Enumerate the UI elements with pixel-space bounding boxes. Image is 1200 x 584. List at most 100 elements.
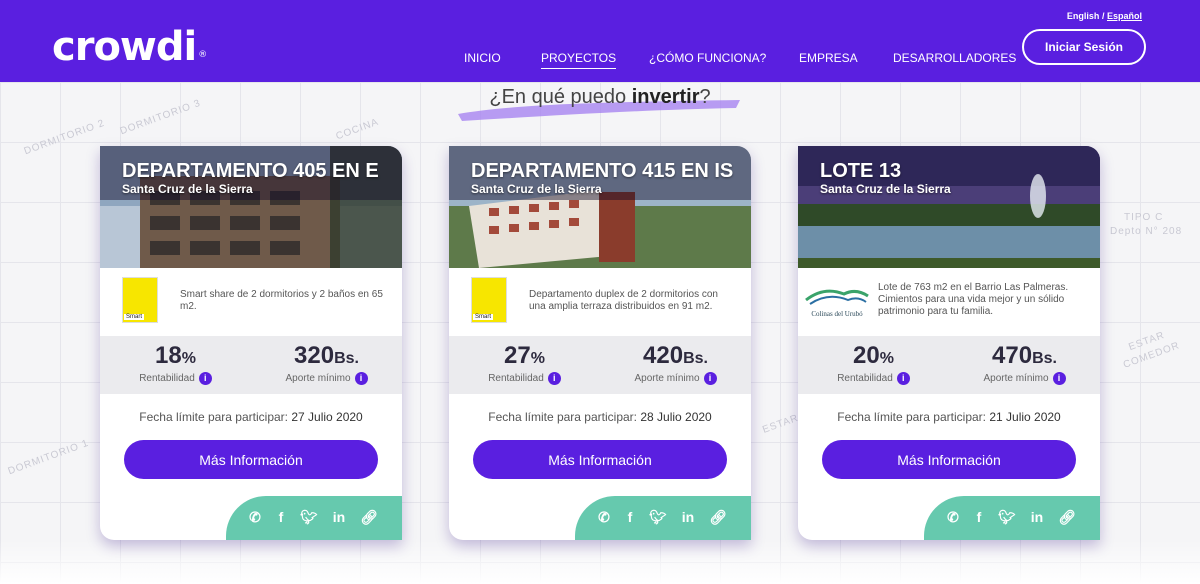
project-location: Santa Cruz de la Sierra (122, 182, 253, 196)
share-bar: ✆ f 🐦︎ in 🔗︎ (575, 496, 751, 540)
yield-value: 18% (100, 342, 251, 370)
lang-spanish[interactable]: Español (1107, 11, 1142, 21)
min-unit: Bs. (334, 350, 359, 367)
info-icon[interactable]: i (354, 372, 368, 385)
developer-logo-text: Smart (473, 314, 494, 320)
min-value: 470Bs. (949, 342, 1100, 370)
background-fade (0, 540, 1200, 584)
crowdi-logo[interactable]: crowdi ® (52, 24, 207, 70)
section-title-bold: invertir (631, 86, 700, 108)
min-contribution-stat: 420Bs. Aporte mínimo i (600, 336, 751, 385)
info-icon[interactable]: i (547, 372, 561, 385)
min-label: Aporte mínimo (983, 373, 1049, 385)
yield-stat: 20% Rentabilidad i (798, 336, 949, 385)
min-label: Aporte mínimo (285, 373, 351, 385)
lang-separator: / (1101, 11, 1105, 21)
linkedin-icon[interactable]: in (679, 508, 697, 526)
deadline: Fecha límite para participar: 27 Julio 2… (100, 410, 402, 424)
project-image[interactable]: DEPARTAMENTO 415 EN IS Santa Cruz de la … (449, 146, 751, 268)
deadline-label: Fecha límite para participar: (139, 410, 288, 424)
registered-mark: ® (198, 50, 207, 60)
developer-logo-text: Smart (124, 314, 145, 320)
bg-label: Depto N° 208 (1110, 226, 1183, 237)
deadline-label: Fecha límite para participar: (837, 410, 986, 424)
facebook-icon[interactable]: f (272, 508, 290, 526)
section-title-pre: ¿En qué puedo (489, 86, 632, 108)
whatsapp-icon[interactable]: ✆ (595, 508, 613, 526)
min-label: Aporte mínimo (634, 373, 700, 385)
nav-como-funciona[interactable]: ¿CÓMO FUNCIONA? (649, 51, 766, 65)
nav-desarrolladores[interactable]: DESARROLLADORES (893, 51, 1016, 65)
link-icon[interactable]: 🔗︎ (360, 508, 378, 526)
project-description: Smart share de 2 dormitorios y 2 baños e… (180, 289, 383, 312)
yield-unit: % (530, 350, 545, 367)
developer-logo: Smart (471, 277, 507, 323)
min-unit: Bs. (683, 350, 708, 367)
section-title: ¿En qué puedo invertir? (0, 86, 1200, 109)
project-title: DEPARTAMENTO 405 EN E (122, 160, 379, 182)
info-icon[interactable]: i (703, 372, 717, 385)
deadline: Fecha límite para participar: 21 Julio 2… (798, 410, 1100, 424)
yield-number: 20 (853, 342, 880, 369)
yield-unit: % (181, 350, 196, 367)
nav-inicio[interactable]: INICIO (464, 51, 501, 65)
nav-proyectos[interactable]: PROYECTOS (541, 51, 617, 69)
link-icon[interactable]: 🔗︎ (709, 508, 727, 526)
info-icon[interactable]: i (896, 372, 910, 385)
project-stats: 27% Rentabilidad i 420Bs. Aporte mínimo i (449, 336, 751, 394)
section-title-post: ? (699, 86, 711, 108)
whatsapp-icon[interactable]: ✆ (246, 508, 264, 526)
deadline-date: 28 Julio 2020 (640, 410, 712, 424)
yield-label: Rentabilidad (488, 373, 544, 385)
yield-number: 27 (504, 342, 531, 369)
project-stats: 18% Rentabilidad i 320Bs. Aporte mínimo i (100, 336, 402, 394)
project-location: Santa Cruz de la Sierra (820, 182, 951, 196)
yield-number: 18 (155, 342, 182, 369)
yield-stat: 18% Rentabilidad i (100, 336, 251, 385)
developer-logo-text: Colinas del Urubó (811, 310, 863, 318)
project-location: Santa Cruz de la Sierra (471, 182, 602, 196)
top-header: crowdi ® English / Español INICIO PROYECT… (0, 0, 1200, 82)
share-bar: ✆ f 🐦︎ in 🔗︎ (924, 496, 1100, 540)
language-switcher: English / Español (1067, 11, 1142, 21)
more-info-button[interactable]: Más Información (473, 440, 727, 479)
login-button[interactable]: Iniciar Sesión (1022, 29, 1146, 65)
yield-label: Rentabilidad (837, 373, 893, 385)
deadline-label: Fecha límite para participar: (488, 410, 637, 424)
link-icon[interactable]: 🔗︎ (1058, 508, 1076, 526)
yield-label: Rentabilidad (139, 373, 195, 385)
project-image[interactable]: DEPARTAMENTO 405 EN E Santa Cruz de la S… (100, 146, 402, 268)
yield-unit: % (879, 350, 894, 367)
logo-text: crowdi (52, 24, 197, 70)
lang-english[interactable]: English (1067, 11, 1100, 21)
linkedin-icon[interactable]: in (330, 508, 348, 526)
info-icon[interactable]: i (198, 372, 212, 385)
min-unit: Bs. (1032, 350, 1057, 367)
developer-logo: Colinas del Urubó (805, 289, 869, 318)
twitter-icon[interactable]: 🐦︎ (649, 508, 667, 526)
project-card: DEPARTAMENTO 405 EN E Santa Cruz de la S… (100, 146, 402, 540)
min-value: 320Bs. (251, 342, 402, 370)
min-number: 470 (992, 342, 1033, 369)
facebook-icon[interactable]: f (621, 508, 639, 526)
project-image[interactable]: LOTE 13 Santa Cruz de la Sierra (798, 146, 1100, 268)
twitter-icon[interactable]: 🐦︎ (300, 508, 318, 526)
more-info-button[interactable]: Más Información (822, 440, 1076, 479)
yield-value: 20% (798, 342, 949, 370)
project-title: LOTE 13 (820, 160, 902, 182)
min-number: 420 (643, 342, 684, 369)
bg-label: TIPO C (1124, 212, 1164, 223)
nav-empresa[interactable]: EMPRESA (799, 51, 858, 65)
project-description: Lote de 763 m2 en el Barrio Las Palmeras… (878, 282, 1069, 317)
twitter-icon[interactable]: 🐦︎ (998, 508, 1016, 526)
facebook-icon[interactable]: f (970, 508, 988, 526)
project-stats: 20% Rentabilidad i 470Bs. Aporte mínimo i (798, 336, 1100, 394)
project-title: DEPARTAMENTO 415 EN IS (471, 160, 734, 182)
linkedin-icon[interactable]: in (1028, 508, 1046, 526)
yield-value: 27% (449, 342, 600, 370)
more-info-button[interactable]: Más Información (124, 440, 378, 479)
developer-logo: Smart (122, 277, 158, 323)
info-icon[interactable]: i (1052, 372, 1066, 385)
project-description: Departamento duplex de 2 dormitorios con… (529, 289, 718, 312)
whatsapp-icon[interactable]: ✆ (944, 508, 962, 526)
